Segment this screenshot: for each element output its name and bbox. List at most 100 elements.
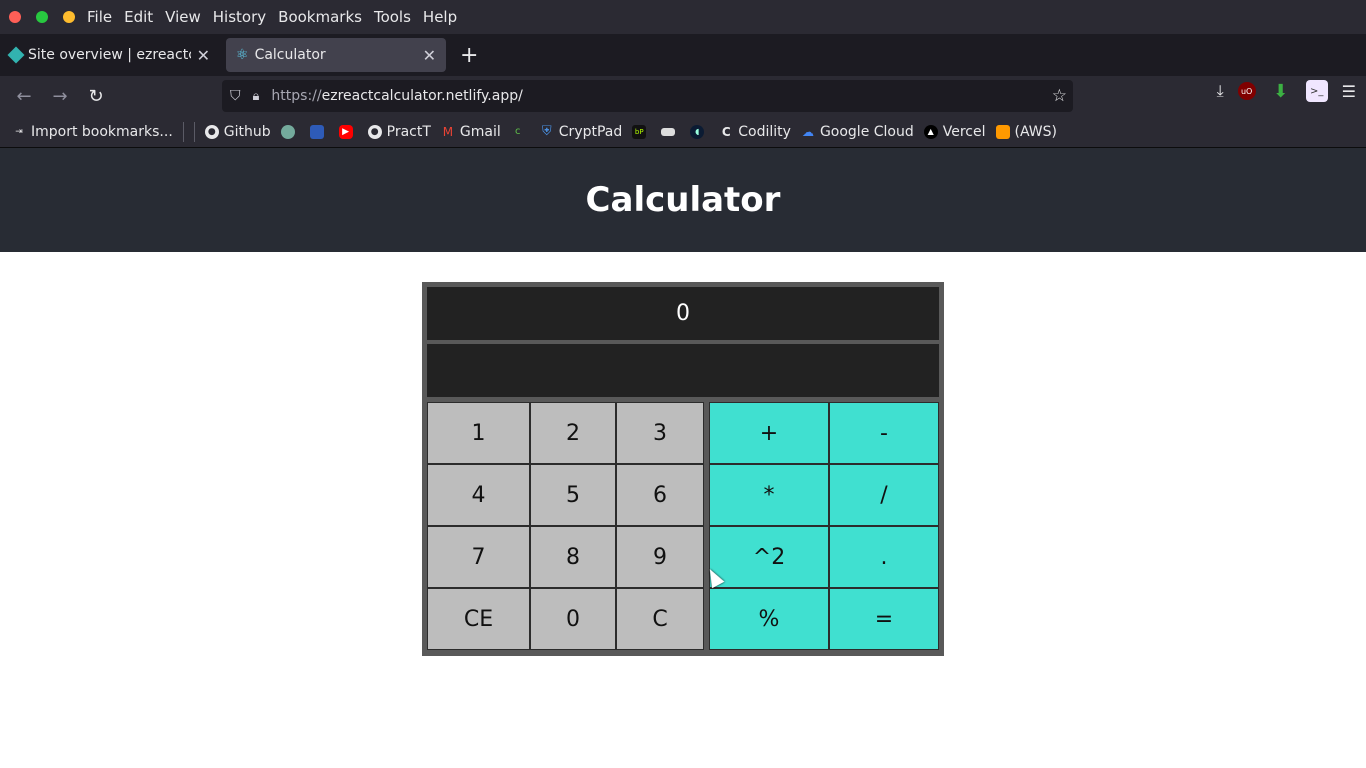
menu-file[interactable]: File [87, 8, 112, 26]
bookmark-google-cloud[interactable]: ☁ Google Cloud [801, 124, 914, 140]
ublock-icon[interactable]: uO [1237, 82, 1256, 100]
key-4[interactable]: 4 [427, 464, 530, 526]
key-equals[interactable]: = [829, 588, 939, 650]
import-icon: ⇥ [15, 126, 23, 137]
bookmark-youtube[interactable]: ▶ [338, 124, 358, 139]
gmail-icon: M [442, 124, 454, 139]
bookmark-label: Import bookmarks... [31, 123, 173, 140]
app-icon [309, 124, 324, 139]
key-1[interactable]: 1 [427, 402, 530, 464]
github-icon: ● [367, 124, 382, 139]
back-button[interactable]: ← [6, 80, 42, 112]
key-6[interactable]: 6 [616, 464, 704, 526]
key-0[interactable]: 0 [530, 588, 616, 650]
bookmark-bp[interactable]: bP [632, 124, 651, 139]
close-tab-icon[interactable]: ✕ [423, 46, 436, 65]
bookmark-app[interactable] [309, 124, 329, 139]
bookmark-label: (AWS) [1014, 123, 1057, 140]
tab-title: Calculator [254, 47, 326, 63]
menu-help[interactable]: Help [423, 8, 457, 26]
bookmark-cryptpad[interactable]: ⛨ CryptPad [540, 124, 622, 140]
key-decimal[interactable]: . [829, 526, 939, 588]
calculator: 0 1 2 3 4 5 6 7 8 9 CE 0 C + - * / ^2 . … [422, 282, 944, 656]
menu-view[interactable]: View [165, 8, 201, 26]
youtube-icon: ▶ [338, 124, 353, 139]
bookmark-import[interactable]: ⇥ Import bookmarks... [12, 124, 173, 140]
page-title: Calculator [585, 180, 781, 220]
tab-site-overview[interactable]: Site overview | ezreactcal ✕ [0, 38, 220, 72]
github-icon: ● [204, 124, 219, 139]
bookmark-bar[interactable] [661, 127, 680, 136]
openai-icon [280, 124, 295, 139]
key-square[interactable]: ^2 [709, 526, 829, 588]
menu-edit[interactable]: Edit [124, 8, 153, 26]
bookmark-label: Google Cloud [819, 123, 914, 140]
key-plus[interactable]: + [709, 402, 829, 464]
bookmarks-toolbar: ⇥ Import bookmarks... ● Github ▶ ● PractT M… [0, 116, 1366, 148]
bookmark-leaf[interactable]: c [511, 125, 530, 139]
key-multiply[interactable]: * [709, 464, 829, 526]
bar-icon [661, 127, 676, 136]
tab-calculator[interactable]: ⚛ Calculator ✕ [226, 38, 446, 72]
key-9[interactable]: 9 [616, 526, 704, 588]
bookmark-github[interactable]: ● Github [204, 124, 271, 140]
key-clear[interactable]: C [616, 588, 704, 650]
operator-pad: + - * / ^2 . % = [709, 402, 939, 651]
leaf-icon: c [515, 126, 521, 137]
bookmark-aws[interactable]: (AWS) [995, 123, 1057, 140]
url-bar[interactable]: ⛉ 🔒︎ https://ezreactcalculator.netlify.a… [222, 80, 1073, 112]
key-2[interactable]: 2 [530, 402, 616, 464]
close-window-button[interactable] [9, 11, 21, 23]
number-pad: 1 2 3 4 5 6 7 8 9 CE 0 C [427, 402, 704, 651]
bookmark-gmail[interactable]: M Gmail [441, 124, 501, 140]
page-header: Calculator [0, 148, 1366, 252]
hamburger-menu-icon[interactable]: ☰ [1342, 82, 1356, 101]
key-8[interactable]: 8 [530, 526, 616, 588]
keypad: 1 2 3 4 5 6 7 8 9 CE 0 C + - * / ^2 . % … [427, 402, 939, 651]
google-cloud-icon: ☁ [801, 124, 814, 139]
minimize-window-button[interactable] [63, 11, 75, 23]
bp-icon: bP [632, 124, 647, 139]
aws-icon [995, 124, 1010, 139]
separator [193, 121, 195, 142]
netlify-icon [7, 46, 25, 64]
key-clear-entry[interactable]: CE [427, 588, 530, 650]
key-divide[interactable]: / [829, 464, 939, 526]
bookmark-openai[interactable] [280, 124, 300, 139]
key-7[interactable]: 7 [427, 526, 530, 588]
bookmark-label: Codility [738, 123, 791, 140]
bookmark-star-icon[interactable]: ☆ [1052, 86, 1067, 106]
extension-download-icon[interactable]: ⬇ [1270, 80, 1292, 102]
close-tab-icon[interactable]: ✕ [197, 46, 210, 65]
bookmark-practt[interactable]: ● PractT [367, 123, 431, 140]
reload-button[interactable]: ↻ [78, 80, 114, 112]
key-5[interactable]: 5 [530, 464, 616, 526]
bookmark-circle[interactable]: ◖ [690, 124, 709, 139]
url-scheme: https:// [271, 88, 322, 104]
menu-history[interactable]: History [213, 8, 266, 26]
codility-icon: C [721, 124, 731, 139]
menu-bookmarks[interactable]: Bookmarks [278, 8, 362, 26]
bookmark-vercel[interactable]: ▲ Vercel [923, 123, 986, 140]
forward-button[interactable]: → [42, 80, 78, 112]
secondary-display [427, 344, 939, 397]
key-3[interactable]: 3 [616, 402, 704, 464]
new-tab-button[interactable]: + [460, 43, 478, 68]
menu-tools[interactable]: Tools [374, 8, 411, 26]
circle-icon: ◖ [690, 124, 705, 139]
main-display: 0 [427, 287, 939, 340]
tab-title: Site overview | ezreactcal [28, 47, 191, 63]
navigation-toolbar: ← → ↻ ⛉ 🔒︎ https://ezreactcalculator.net… [0, 76, 1366, 116]
extension-icon[interactable]: >_ [1305, 80, 1328, 102]
window-controls [9, 11, 75, 23]
bookmark-codility[interactable]: C Codility [719, 124, 791, 140]
separator [182, 121, 184, 142]
download-icon[interactable]: ⤓ [1217, 81, 1224, 101]
maximize-window-button[interactable] [36, 11, 48, 23]
key-percent[interactable]: % [709, 588, 829, 650]
react-icon: ⚛ [236, 47, 249, 63]
key-minus[interactable]: - [829, 402, 939, 464]
bookmark-label: PractT [386, 123, 431, 140]
bookmark-label: Vercel [942, 123, 986, 140]
cryptpad-icon: ⛨ [541, 124, 552, 139]
